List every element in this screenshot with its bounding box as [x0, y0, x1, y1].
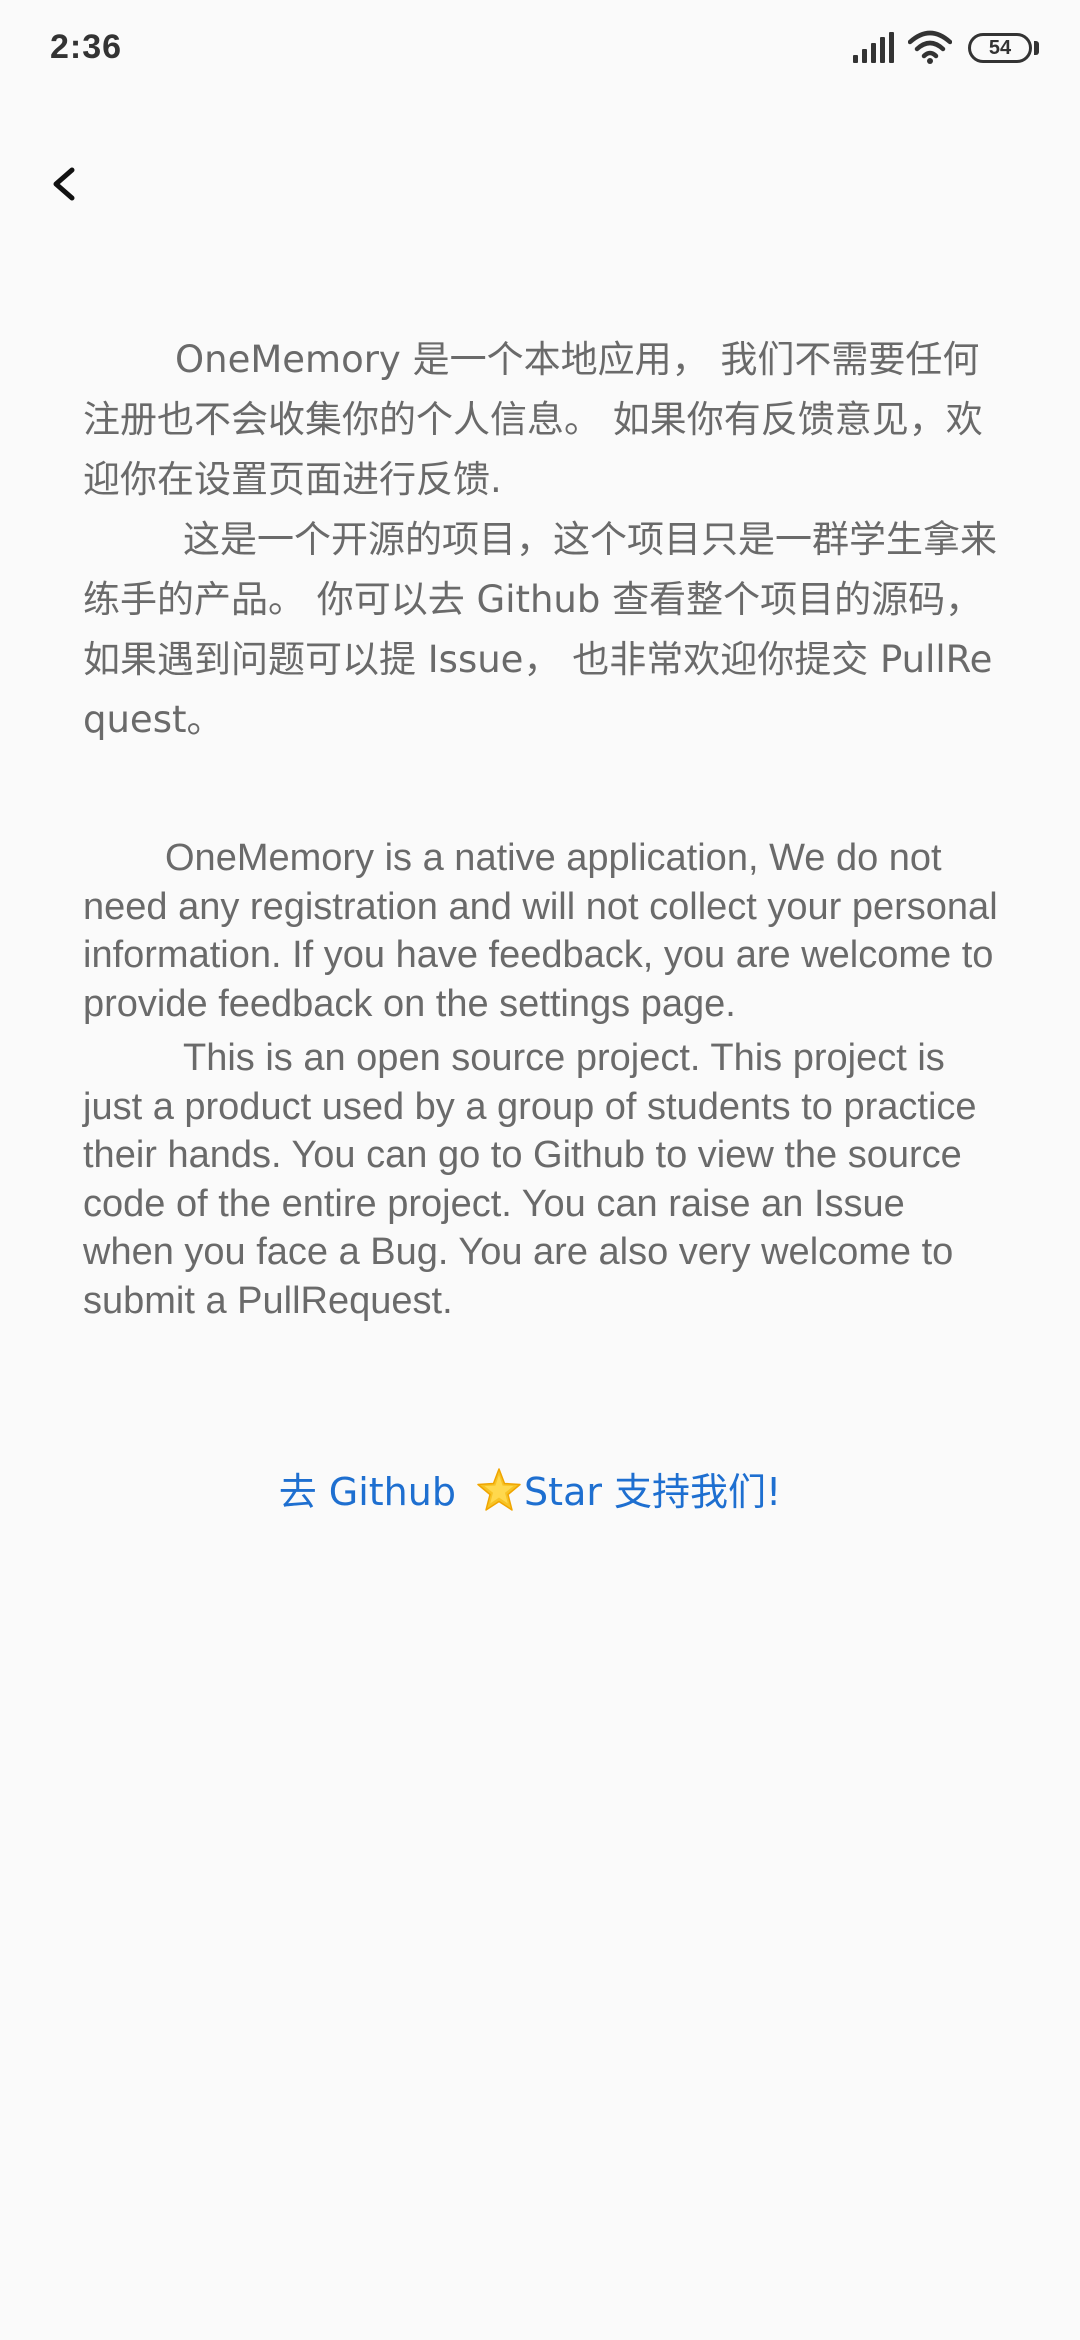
english-description: OneMemory is a native application, We do…: [83, 834, 999, 1325]
signal-icon: [853, 32, 894, 63]
english-paragraph-1: OneMemory is a native application, We do…: [83, 837, 998, 1025]
chinese-paragraph-1: OneMemory 是一个本地应用， 我们不需要任何注册也不会收集你的个人信息。…: [83, 338, 983, 501]
star-icon: [477, 1468, 521, 1511]
status-time: 2:36: [50, 28, 123, 66]
chinese-description: OneMemory 是一个本地应用， 我们不需要任何注册也不会收集你的个人信息。…: [83, 330, 999, 750]
battery-indicator: 54: [968, 33, 1032, 63]
github-link-prefix: 去 Github: [278, 1470, 469, 1514]
english-paragraph-2: This is an open source project. This pro…: [83, 1037, 977, 1322]
github-star-link[interactable]: 去 Github Star 支持我们!: [0, 1466, 1060, 1518]
chevron-left-icon: [53, 167, 75, 201]
chinese-paragraph-2: 这是一个开源的项目，这个项目只是一群学生拿来练手的产品。 你可以去 Github…: [83, 518, 997, 741]
status-bar: 2:36 54: [0, 0, 1080, 96]
back-button[interactable]: [30, 150, 94, 214]
battery-tip: [1034, 41, 1039, 55]
wifi-icon: [908, 30, 952, 64]
github-link-suffix: Star 支持我们!: [524, 1470, 782, 1514]
